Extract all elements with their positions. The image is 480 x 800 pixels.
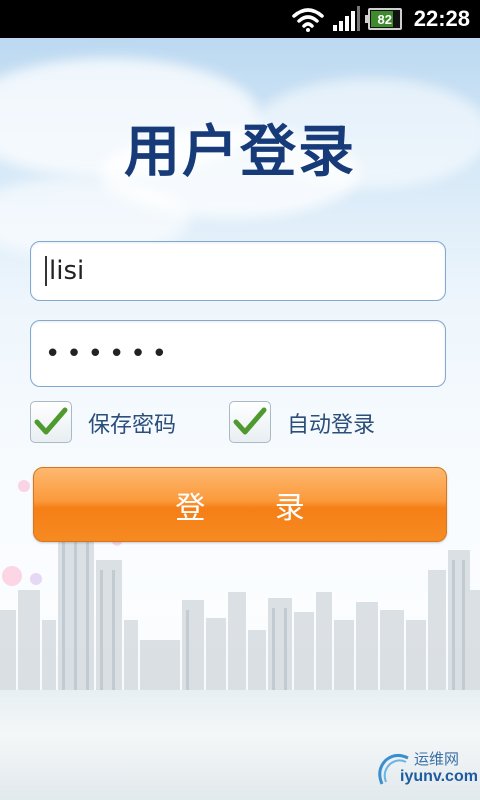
username-value: lisi — [49, 256, 85, 286]
auto-login-label[interactable]: 自动登录 — [287, 407, 375, 439]
check-icon — [34, 407, 68, 435]
login-button[interactable]: 登 录 — [33, 467, 447, 542]
page-title: 用户登录 — [124, 120, 356, 185]
watermark-top-text: 运维网 — [414, 750, 460, 768]
status-bar: 82 22:28 — [0, 0, 480, 38]
password-field[interactable]: •••••• — [30, 320, 446, 387]
text-cursor — [45, 256, 47, 286]
password-value: •••••• — [45, 338, 174, 369]
status-icons: 82 22:28 — [291, 0, 470, 38]
clock: 22:28 — [413, 6, 470, 31]
watermark-bottom-text: iyunv.com — [400, 768, 478, 785]
username-field[interactable]: lisi — [30, 241, 446, 301]
wifi-icon — [291, 8, 324, 32]
check-icon — [233, 407, 267, 435]
remember-password-label[interactable]: 保存密码 — [88, 407, 176, 439]
battery-level: 82 — [377, 11, 392, 27]
remember-password-checkbox[interactable] — [30, 401, 72, 443]
bubble — [18, 480, 30, 492]
watermark: 运维网 iyunv.com — [374, 746, 478, 794]
signal-icon — [332, 6, 360, 31]
battery-icon: 82 — [364, 8, 402, 30]
auto-login-checkbox[interactable] — [229, 401, 271, 443]
login-button-label: 登 录 — [175, 490, 335, 526]
options-row: 保存密码 自动登录 — [30, 401, 450, 445]
